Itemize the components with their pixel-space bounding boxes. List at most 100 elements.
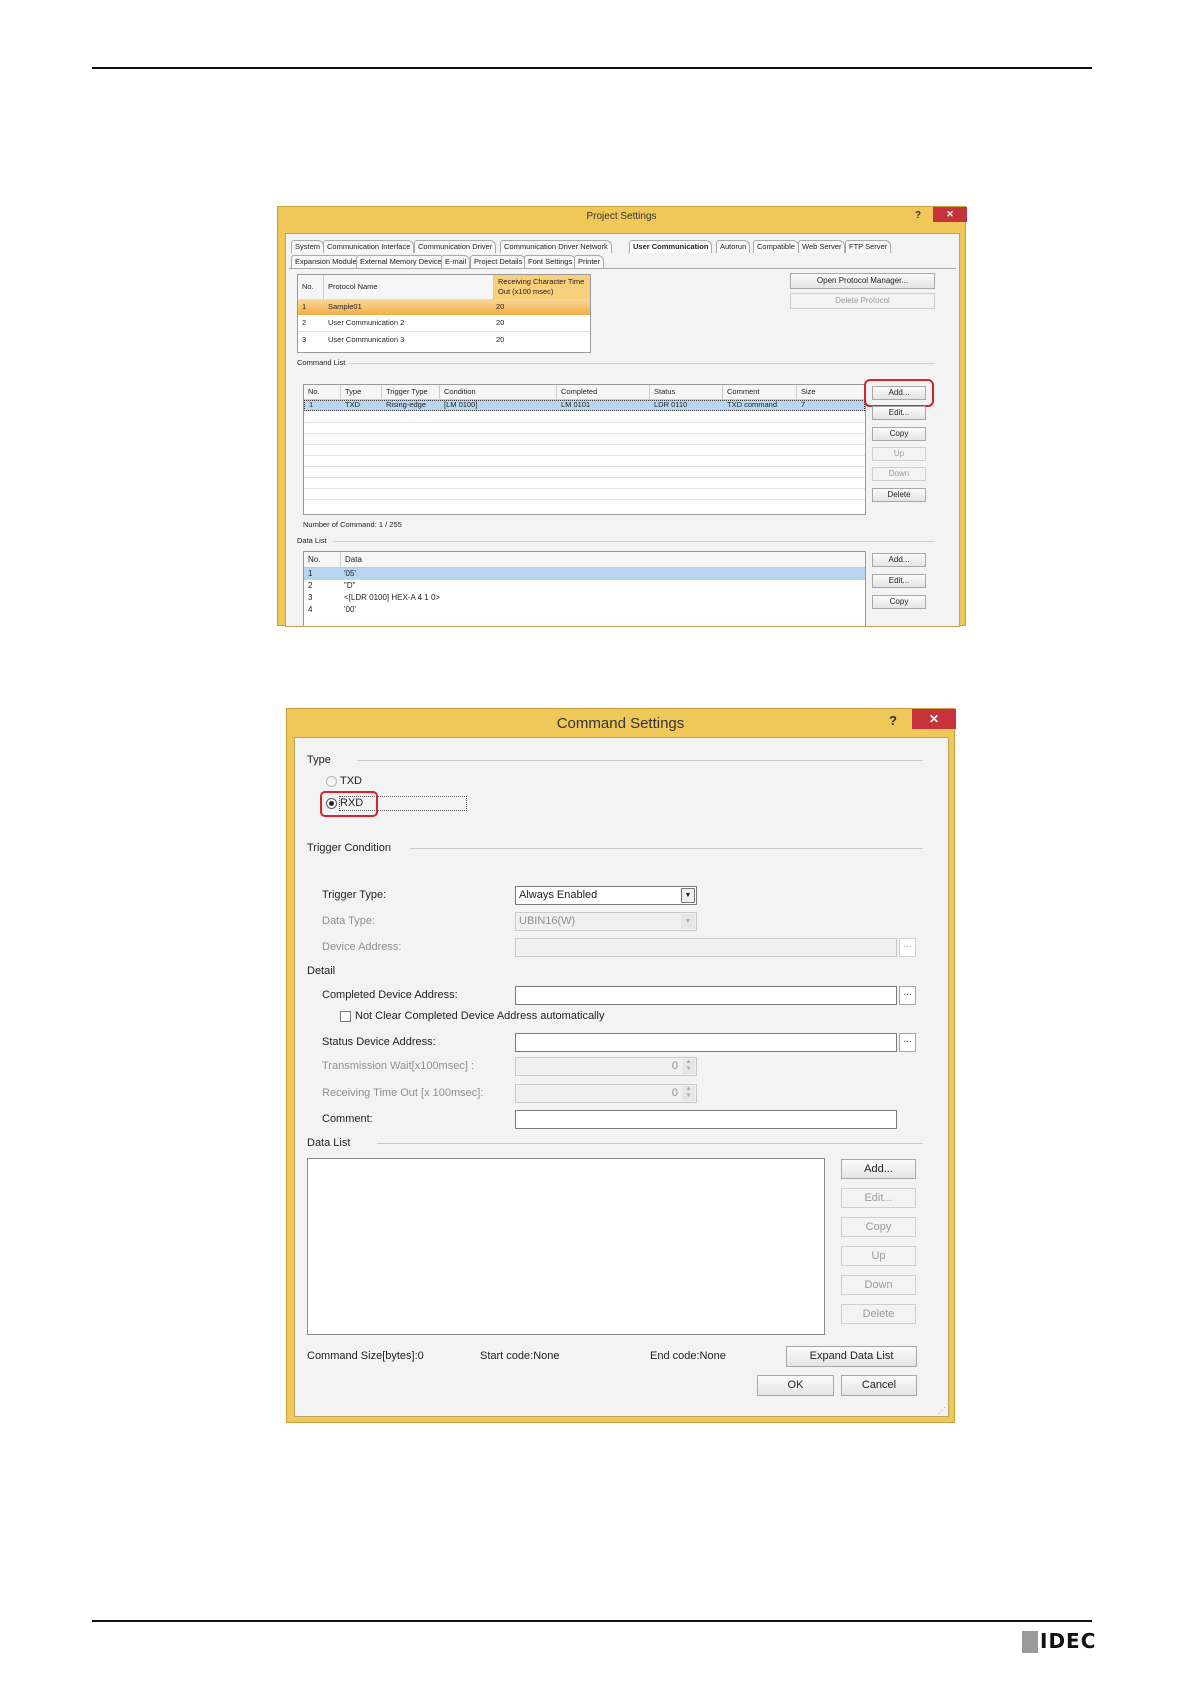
- data-list-label: Data List: [297, 536, 327, 545]
- tab-printer[interactable]: Printer: [574, 255, 605, 268]
- tab-system[interactable]: System: [291, 240, 325, 253]
- command-settings-window: Command Settings ? ✕ Type TXD RXD Trigge…: [286, 708, 956, 1423]
- row-comment: TXD command: [727, 400, 778, 409]
- command-table[interactable]: No. Type Trigger Type Condition Complete…: [303, 384, 866, 515]
- not-clear-label[interactable]: Not Clear Completed Device Address autom…: [355, 1010, 604, 1022]
- chevron-down-icon[interactable]: ▼: [681, 888, 695, 903]
- transmission-wait-value: 0: [671, 1060, 678, 1072]
- header-completed: Completed: [557, 385, 650, 399]
- trigger-type-select[interactable]: Always Enabled ▼: [515, 886, 697, 905]
- comment-field[interactable]: [515, 1110, 897, 1129]
- table-row[interactable]: 2 User Communication 2 20: [298, 315, 590, 332]
- tab-user-communication[interactable]: User Communication: [629, 240, 713, 253]
- data-list-copy-button[interactable]: Copy: [841, 1217, 916, 1237]
- data-list-delete-button[interactable]: Delete: [841, 1304, 916, 1324]
- header-no: No.: [304, 385, 341, 399]
- table-row[interactable]: 2 "D": [304, 580, 865, 592]
- tab-communication-driver-network[interactable]: Communication Driver Network: [500, 240, 612, 253]
- trigger-condition-divider: [410, 848, 923, 849]
- device-address-field[interactable]: [515, 938, 897, 957]
- close-button[interactable]: ✕: [933, 207, 967, 222]
- command-list-label: Command List: [297, 358, 346, 367]
- resize-grip-icon[interactable]: ⋰: [938, 1406, 946, 1415]
- row-timeout: 20: [496, 302, 505, 311]
- data-edit-button[interactable]: Edit...: [872, 574, 926, 588]
- txd-radio[interactable]: [326, 776, 337, 787]
- command-up-button[interactable]: Up: [872, 447, 926, 461]
- txd-label[interactable]: TXD: [340, 775, 362, 787]
- tab-font-settings[interactable]: Font Settings: [524, 255, 577, 268]
- help-icon[interactable]: ?: [889, 713, 897, 728]
- data-type-select[interactable]: UBIN16(W) ▼: [515, 912, 697, 931]
- table-row[interactable]: 3 User Communication 3 20: [298, 332, 590, 348]
- receiving-timeout-field[interactable]: 0 ▲ ▼: [515, 1084, 697, 1103]
- data-header: No. Data: [304, 552, 865, 568]
- transmission-wait-field[interactable]: 0 ▲ ▼: [515, 1057, 697, 1076]
- data-table[interactable]: No. Data 1 '05' 2 "D" 3 <[LDR 0100] HEX-…: [303, 551, 866, 626]
- expand-data-list-button[interactable]: Expand Data List: [786, 1346, 917, 1367]
- protocol-table[interactable]: No. Protocol Name Receiving Character Ti…: [297, 274, 591, 353]
- trigger-condition-label: Trigger Condition: [307, 842, 391, 854]
- table-row[interactable]: 1 TXD Rising-edge [LM 0100] LM 0101 LDR …: [304, 400, 865, 411]
- delete-protocol-button[interactable]: Delete Protocol: [790, 293, 935, 309]
- not-clear-checkbox[interactable]: [340, 1011, 351, 1022]
- status-device-address-browse-button[interactable]: ...: [899, 1033, 916, 1052]
- row-no: 1: [308, 569, 313, 578]
- command-edit-button[interactable]: Edit...: [872, 406, 926, 420]
- tab-expansion-module[interactable]: Expansion Module: [291, 255, 361, 268]
- open-protocol-manager-button[interactable]: Open Protocol Manager...: [790, 273, 935, 289]
- row-timeout: 20: [496, 335, 505, 344]
- table-row[interactable]: 4 '00': [304, 604, 865, 616]
- grid-line: [304, 444, 865, 445]
- header-timeout: Receiving Character Time Out (x100 msec): [494, 275, 590, 299]
- command-down-button[interactable]: Down: [872, 467, 926, 481]
- completed-device-address-browse-button[interactable]: ...: [899, 986, 916, 1005]
- row-data: '00': [344, 605, 356, 614]
- tab-external-memory-device[interactable]: External Memory Device: [356, 255, 446, 268]
- rxd-highlight: [320, 791, 378, 817]
- tab-project-details[interactable]: Project Details: [470, 255, 527, 268]
- data-list-up-button[interactable]: Up: [841, 1246, 916, 1266]
- project-settings-window: Project Settings ? ✕ System Communicatio…: [277, 206, 967, 627]
- table-row[interactable]: 3 <[LDR 0100] HEX-A 4 1 0>: [304, 592, 865, 604]
- device-address-browse-button[interactable]: ...: [899, 938, 916, 957]
- command-copy-button[interactable]: Copy: [872, 427, 926, 441]
- row-condition: [LM 0100]: [444, 400, 478, 409]
- tab-e-mail[interactable]: E-mail: [441, 255, 471, 268]
- type-divider: [357, 760, 923, 761]
- table-row[interactable]: 1 '05': [304, 568, 865, 580]
- tab-autorun[interactable]: Autorun: [716, 240, 751, 253]
- grid-line: [304, 422, 865, 423]
- receiving-timeout-value: 0: [671, 1087, 678, 1099]
- tab-communication-driver[interactable]: Communication Driver: [414, 240, 497, 253]
- row-no: 1: [309, 400, 314, 409]
- row-data: '05': [344, 569, 356, 578]
- header-trigger-type: Trigger Type: [382, 385, 440, 399]
- row-type: TXD: [345, 400, 360, 409]
- idec-logo-text: IDEC: [1040, 1629, 1097, 1653]
- tab-communication-interface[interactable]: Communication Interface: [323, 240, 415, 253]
- command-settings-body: Type TXD RXD Trigger Condition Trigger T…: [294, 737, 949, 1417]
- data-copy-button[interactable]: Copy: [872, 595, 926, 609]
- help-icon[interactable]: ?: [915, 210, 921, 221]
- number-of-command: Number of Command: 1 / 255: [303, 520, 402, 529]
- completed-device-address-field[interactable]: [515, 986, 897, 1005]
- cancel-button[interactable]: Cancel: [841, 1375, 917, 1396]
- table-row[interactable]: 1 Sample01 20: [298, 299, 590, 315]
- header-type: Type: [341, 385, 382, 399]
- status-device-address-field[interactable]: [515, 1033, 897, 1052]
- row-no: 1: [302, 302, 307, 311]
- tab-ftp-server[interactable]: FTP Server: [845, 240, 892, 253]
- data-list-down-button[interactable]: Down: [841, 1275, 916, 1295]
- data-list-add-button[interactable]: Add...: [841, 1159, 916, 1179]
- close-button[interactable]: ✕: [912, 709, 956, 729]
- ok-button[interactable]: OK: [757, 1375, 834, 1396]
- tab-web-server[interactable]: Web Server: [798, 240, 846, 253]
- command-delete-button[interactable]: Delete: [872, 488, 926, 502]
- data-list-box[interactable]: [307, 1158, 825, 1335]
- data-list-edit-button[interactable]: Edit...: [841, 1188, 916, 1208]
- tab-compatible[interactable]: Compatible: [753, 240, 799, 253]
- data-add-button[interactable]: Add...: [872, 553, 926, 567]
- grid-line: [304, 466, 865, 467]
- row-name: Sample01: [328, 302, 362, 311]
